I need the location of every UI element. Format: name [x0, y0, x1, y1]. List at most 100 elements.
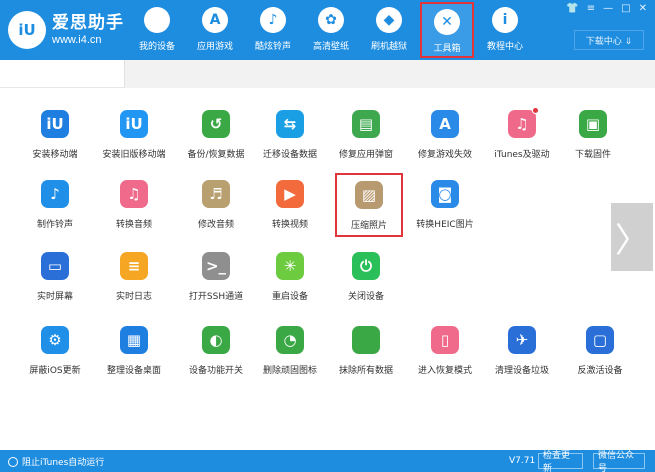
- tool-backup-restore[interactable]: ↺ 备份/恢复数据: [176, 110, 256, 170]
- tool-label: 实时屏幕: [36, 292, 73, 302]
- tool-convert-audio[interactable]: ♫ 转换音频: [94, 180, 174, 240]
- heic-image-icon: ◙: [431, 180, 459, 208]
- tool-repair-game[interactable]: A 修复游戏失效: [405, 110, 485, 170]
- tool-label: 清理设备垃圾: [494, 366, 549, 376]
- tool-label: 修改音频: [197, 220, 234, 230]
- tool-live-log[interactable]: ≡ 实时日志: [94, 252, 174, 312]
- backup-restore-icon: ↺: [202, 110, 230, 138]
- brand[interactable]: iU 爱思助手 www.i4.cn: [8, 11, 124, 49]
- tool-clean-junk[interactable]: ✈ 清理设备垃圾: [482, 326, 562, 386]
- tool-label: 关闭设备: [347, 292, 384, 302]
- tool-label: 修复应用弹窗: [338, 150, 393, 160]
- tool-label: 压缩照片: [350, 221, 387, 231]
- maximize-button[interactable]: □: [621, 3, 630, 14]
- tool-open-ssh[interactable]: >_ 打开SSH通道: [176, 252, 256, 312]
- nav-my-device[interactable]: 我的设备: [130, 2, 184, 58]
- tool-label: 实时日志: [115, 292, 152, 302]
- tool-label: 转换音频: [115, 220, 152, 230]
- main-nav: 我的设备 A 应用游戏 ♪ 酷炫铃声 ✿ 高清壁纸 ◆ 刷机越狱 ✕ 工具箱 i…: [130, 2, 536, 58]
- skin-icon[interactable]: 👕: [566, 3, 578, 14]
- tool-install-mobile[interactable]: iU 安装移动端: [15, 110, 95, 170]
- nav-toolbox[interactable]: ✕ 工具箱: [420, 2, 474, 58]
- tool-function-toggles[interactable]: ◐ 设备功能开关: [176, 326, 256, 386]
- iu-logo-icon: iU: [41, 110, 69, 138]
- tool-erase-all-data[interactable]: 抹除所有数据: [326, 326, 406, 386]
- top-bar: iU 爱思助手 www.i4.cn 我的设备 A 应用游戏 ♪ 酷炫铃声 ✿ 高…: [0, 0, 655, 60]
- tool-label: 转换视频: [271, 220, 308, 230]
- tool-itunes-driver[interactable]: ♫ iTunes及驱动: [482, 107, 562, 170]
- app-store-icon: A: [202, 7, 228, 33]
- firmware-box-icon: ▣: [579, 110, 607, 138]
- audio-edit-icon: ♬: [202, 180, 230, 208]
- nav-label: 工具箱: [433, 44, 461, 54]
- tool-migrate-data[interactable]: ⇆ 迁移设备数据: [250, 110, 330, 170]
- image-compress-icon: ▨: [355, 181, 383, 209]
- close-button[interactable]: ✕: [639, 3, 647, 14]
- brand-text: 爱思助手 www.i4.cn: [52, 12, 124, 46]
- sub-toolbar-panel: [124, 60, 655, 88]
- tool-live-screen[interactable]: ▭ 实时屏幕: [15, 252, 95, 312]
- tool-label: 打开SSH通道: [188, 292, 244, 302]
- tool-download-firmware[interactable]: ▣ 下载固件: [553, 110, 633, 170]
- flower-icon: ✿: [318, 7, 344, 33]
- nav-label: 应用游戏: [196, 42, 233, 52]
- download-center-button[interactable]: 下载中心 ⇓: [574, 30, 644, 50]
- video-convert-icon: ▶: [276, 180, 304, 208]
- menu-icon[interactable]: ≡: [587, 3, 595, 14]
- wechat-account-button[interactable]: 微信公众号: [593, 451, 645, 472]
- tool-shutdown-device[interactable]: ⏻ 关闭设备: [326, 252, 406, 312]
- tool-convert-heic[interactable]: ◙ 转换HEIC图片: [405, 180, 485, 240]
- radio-circle-icon: [8, 456, 18, 467]
- recovery-mode-icon: ▯: [431, 326, 459, 354]
- app-name: 爱思助手: [52, 12, 124, 33]
- iu-logo-old-icon: iU: [120, 110, 148, 138]
- tool-label: 删除顽固图标: [262, 366, 317, 376]
- check-update-button[interactable]: 检查更新: [538, 451, 583, 472]
- restart-icon: ✳: [276, 252, 304, 280]
- nav-wallpapers[interactable]: ✿ 高清壁纸: [304, 2, 358, 58]
- tool-label: 重启设备: [271, 292, 308, 302]
- tool-make-ringtone[interactable]: ♪ 制作铃声: [15, 180, 95, 240]
- status-bar: 阻止iTunes自动运行 V7.71 检查更新 微信公众号: [0, 450, 655, 472]
- tool-repair-app[interactable]: ▤ 修复应用弹窗: [326, 110, 406, 170]
- repair-app-icon: ▤: [352, 110, 380, 138]
- audio-convert-icon: ♫: [120, 180, 148, 208]
- next-page-arrow-icon[interactable]: 〉: [611, 203, 653, 271]
- tool-recovery-mode[interactable]: ▯ 进入恢复模式: [405, 326, 485, 386]
- tool-deactivate-device[interactable]: ▢ 反激活设备: [560, 326, 640, 386]
- block-itunes-toggle[interactable]: 阻止iTunes自动运行: [8, 455, 104, 468]
- nav-tutorials[interactable]: i 教程中心: [478, 2, 532, 58]
- nav-apps-games[interactable]: A 应用游戏: [188, 2, 242, 58]
- nav-label: 高清壁纸: [312, 42, 349, 52]
- notification-dot: [532, 107, 539, 114]
- clean-junk-icon: ✈: [508, 326, 536, 354]
- minimize-button[interactable]: —: [603, 3, 613, 14]
- nav-ringtones[interactable]: ♪ 酷炫铃声: [246, 2, 300, 58]
- itunes-glyph: ♫: [515, 115, 529, 133]
- desktop-grid-icon: ▦: [120, 326, 148, 354]
- tool-label: 备份/恢复数据: [187, 150, 245, 160]
- tool-edit-audio[interactable]: ♬ 修改音频: [176, 180, 256, 240]
- nav-label: 教程中心: [486, 42, 523, 52]
- tool-organize-desktop[interactable]: ▦ 整理设备桌面: [94, 326, 174, 386]
- tool-label: 迁移设备数据: [262, 150, 317, 160]
- power-icon: ⏻: [352, 252, 380, 280]
- tool-label: 下载固件: [574, 150, 611, 160]
- tool-install-old-mobile[interactable]: iU 安装旧版移动端: [94, 110, 174, 170]
- i4-logo-icon: iU: [8, 11, 46, 49]
- nav-flash-jailbreak[interactable]: ◆ 刷机越狱: [362, 2, 416, 58]
- tools-icon: ✕: [434, 9, 460, 35]
- tool-label: 制作铃声: [36, 220, 73, 230]
- tool-convert-video[interactable]: ▶ 转换视频: [250, 180, 330, 240]
- tool-block-ios-update[interactable]: ⚙ 屏蔽iOS更新: [15, 326, 95, 386]
- tool-restart-device[interactable]: ✳ 重启设备: [250, 252, 330, 312]
- dropbox-icon: ◆: [376, 7, 402, 33]
- terminal-icon: >_: [202, 252, 230, 280]
- tool-label: 修复游戏失效: [417, 150, 472, 160]
- bell-icon: ♪: [260, 7, 286, 33]
- tool-compress-photo[interactable]: ▨ 压缩照片: [335, 173, 403, 237]
- itunes-icon: ♫: [508, 107, 539, 138]
- tool-delete-stubborn-icons[interactable]: ◔ 删除顽固图标: [250, 326, 330, 386]
- tool-label: 抹除所有数据: [338, 366, 393, 376]
- tool-label: 整理设备桌面: [106, 366, 161, 376]
